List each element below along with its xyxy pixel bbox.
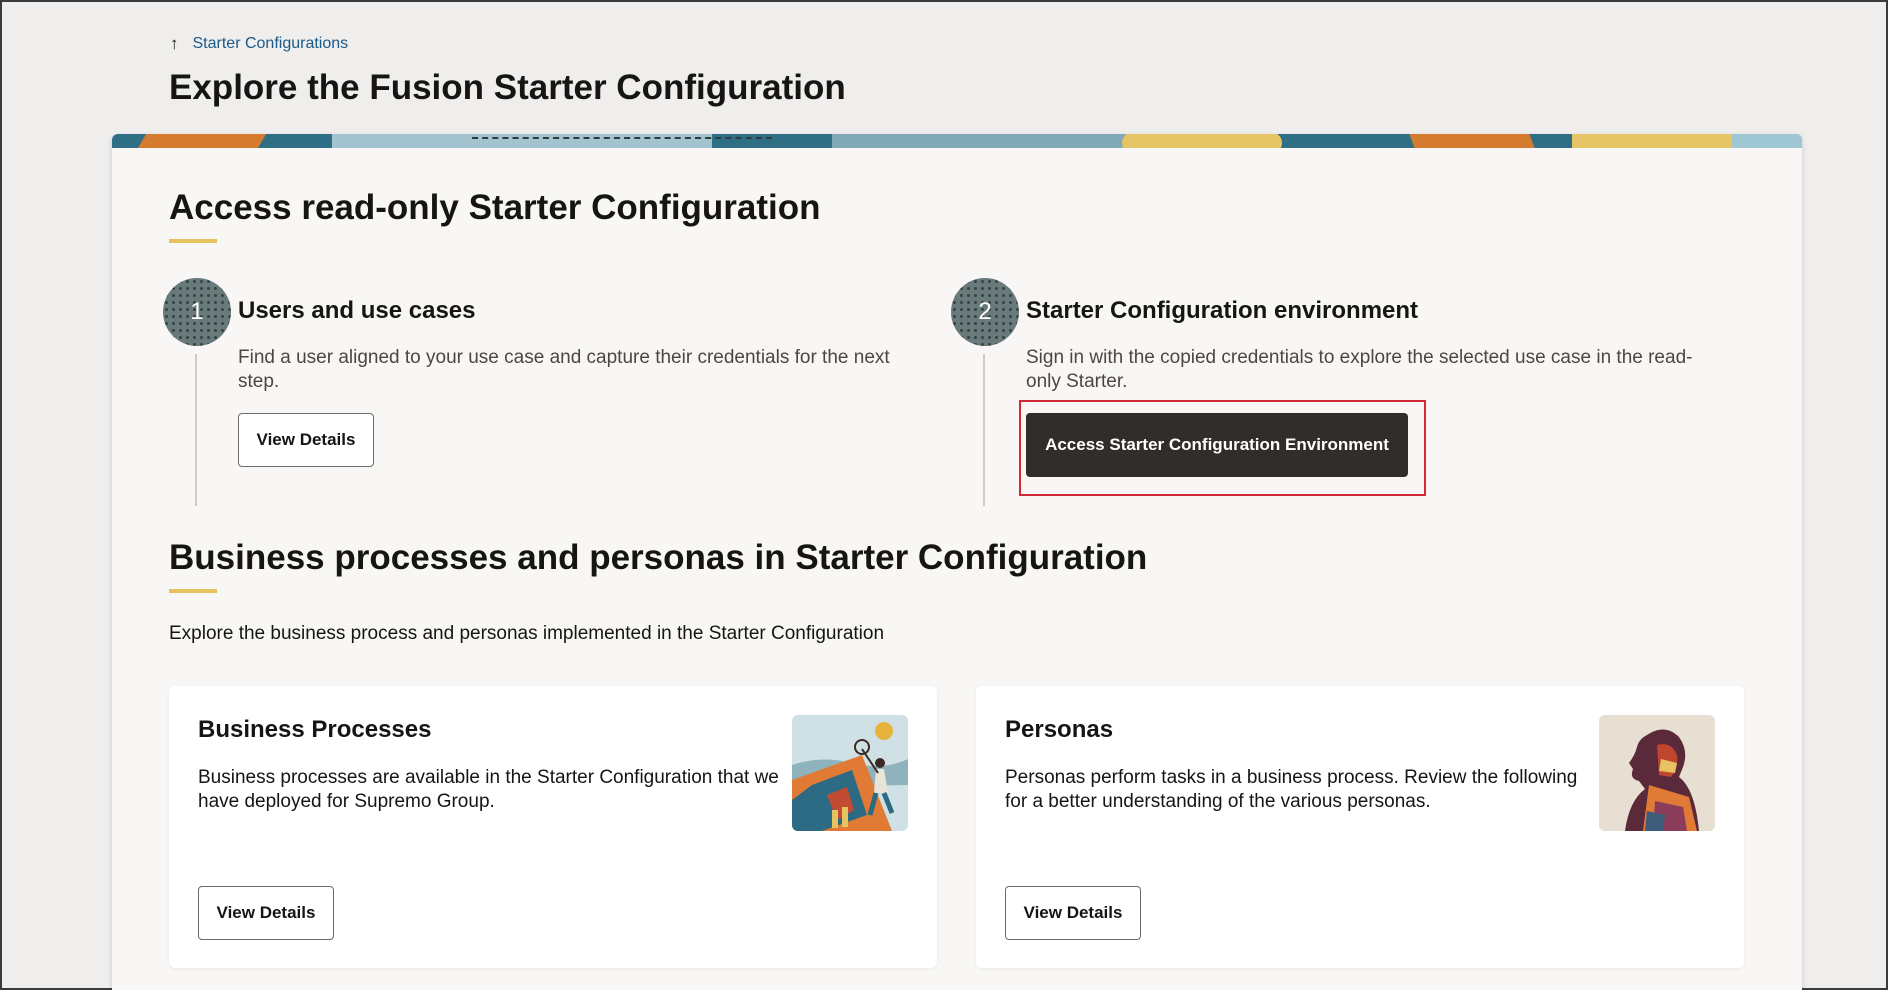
access-starter-environment-button[interactable]: Access Starter Configuration Environment — [1026, 413, 1408, 477]
view-details-users-button[interactable]: View Details — [238, 413, 374, 467]
step-connector-line — [195, 354, 197, 506]
step-description-users: Find a user aligned to your use case and… — [238, 347, 890, 392]
step-number: 1 — [190, 298, 204, 325]
card-description: Business processes are available in the … — [198, 767, 779, 812]
step-number: 2 — [978, 298, 992, 325]
step-number-badge: 1 — [163, 278, 231, 346]
page-title: Explore the Fusion Starter Configuration — [169, 68, 846, 107]
arrow-up-icon: ↑ — [170, 34, 179, 53]
card-description: Personas perform tasks in a business pro… — [1005, 767, 1578, 812]
step-connector-line — [983, 354, 985, 506]
business-processes-illustration — [792, 715, 908, 831]
card-title: Business Processes — [198, 716, 432, 743]
breadcrumb-back-link[interactable]: ↑ Starter Configurations — [170, 34, 348, 54]
access-section-title: Access read-only Starter Configuration — [169, 188, 821, 227]
content-panel: Access read-only Starter Configuration 1… — [112, 134, 1802, 990]
breadcrumb-label: Starter Configurations — [192, 35, 349, 52]
personas-card: Personas Personas perform tasks in a bus… — [976, 686, 1744, 968]
section-accent-bar — [169, 589, 217, 593]
view-details-personas-button[interactable]: View Details — [1005, 886, 1141, 940]
step-description-environment: Sign in with the copied credentials to e… — [1026, 347, 1693, 392]
card-title: Personas — [1005, 716, 1114, 743]
decorative-banner — [112, 134, 1802, 148]
section-accent-bar — [169, 239, 217, 243]
step-number-badge: 2 — [951, 278, 1019, 346]
step-title-users: Users and use cases — [238, 297, 476, 324]
business-processes-card: Business Processes Business processes ar… — [169, 686, 937, 968]
business-section-intro: Explore the business process and persona… — [169, 623, 885, 644]
personas-illustration — [1599, 715, 1715, 831]
business-section-title: Business processes and personas in Start… — [169, 538, 1148, 577]
step-title-environment: Starter Configuration environment — [1026, 297, 1419, 324]
view-details-business-processes-button[interactable]: View Details — [198, 886, 334, 940]
